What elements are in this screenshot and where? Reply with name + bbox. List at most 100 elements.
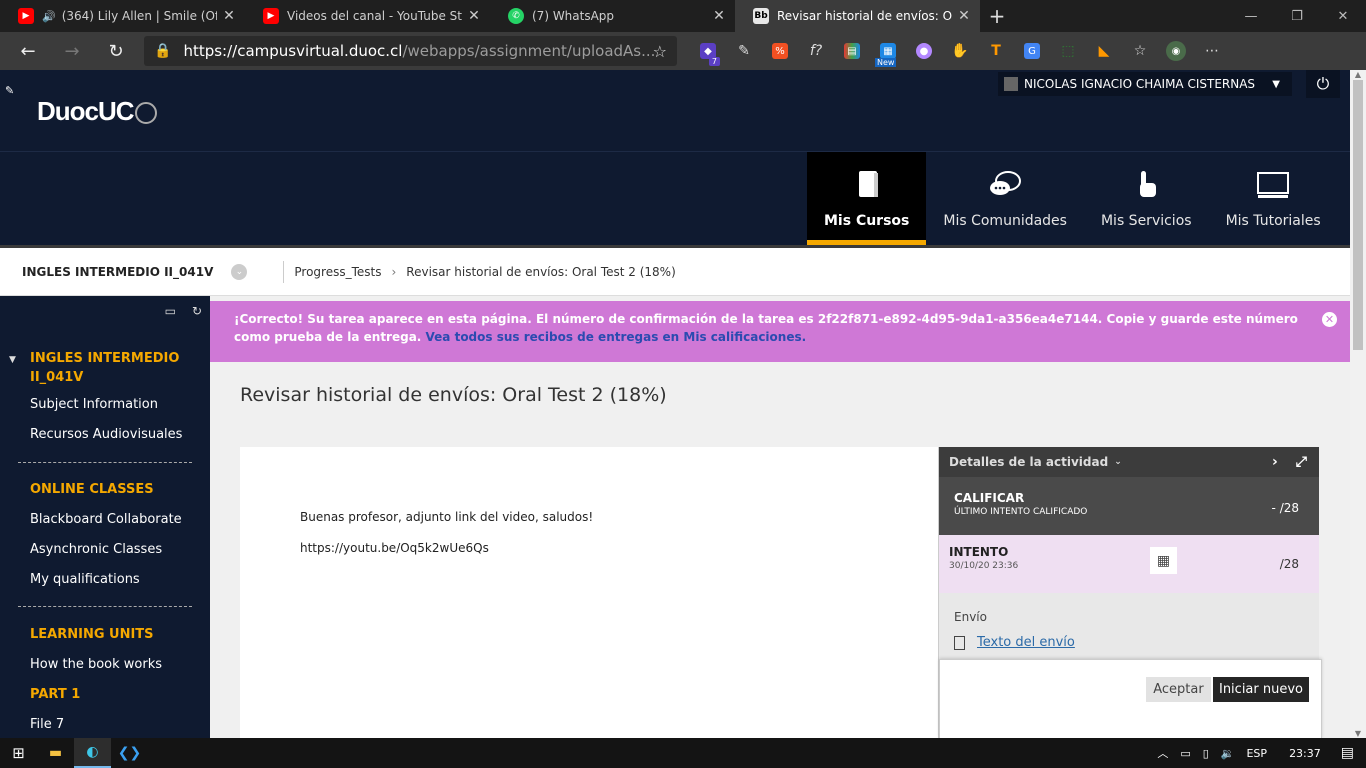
favorites-icon[interactable]: ☆: [1122, 32, 1158, 70]
hand-pointer-icon: [1140, 170, 1157, 197]
refresh-icon[interactable]: ↻: [94, 41, 138, 62]
seal-icon: [134, 102, 157, 125]
back-icon[interactable]: ←: [6, 41, 50, 62]
grid-icon[interactable]: ▦: [1150, 547, 1177, 574]
close-icon[interactable]: ✕: [707, 8, 731, 24]
page-scrollbar[interactable]: ▲ ▼: [1350, 70, 1366, 738]
speaker-icon[interactable]: 🔊: [42, 10, 56, 23]
start-new-button[interactable]: Iniciar nuevo: [1213, 677, 1309, 702]
user-avatar: [1004, 77, 1018, 91]
scroll-down-icon[interactable]: ▼: [1350, 729, 1366, 738]
course-title[interactable]: INGLES INTERMEDIO II_041V: [22, 265, 213, 279]
network-icon[interactable]: ▯: [1203, 747, 1209, 760]
extension-gem-icon[interactable]: ●: [906, 32, 942, 70]
language-indicator[interactable]: ESP: [1246, 747, 1267, 760]
lock-icon[interactable]: 🔒: [154, 43, 171, 59]
formula-icon[interactable]: f?: [798, 32, 834, 70]
scroll-up-icon[interactable]: ▲: [1350, 70, 1366, 79]
extension-orange-icon[interactable]: %: [762, 32, 798, 70]
pen-icon[interactable]: ✎: [726, 32, 762, 70]
alert-link[interactable]: Vea todos sus recibos de entregas en Mis…: [426, 330, 807, 344]
close-icon[interactable]: ✕: [952, 8, 976, 24]
extension-colors-icon[interactable]: ▤: [834, 32, 870, 70]
profile-avatar[interactable]: ◉: [1158, 32, 1194, 70]
screenshot-icon[interactable]: ⬚: [1050, 32, 1086, 70]
volume-icon[interactable]: 🔉: [1221, 747, 1235, 760]
restore-icon[interactable]: ❐: [1274, 0, 1320, 32]
translate-icon[interactable]: G: [1014, 32, 1050, 70]
user-menu[interactable]: NICOLAS IGNACIO CHAIMA CISTERNAS ▼: [998, 72, 1292, 96]
sidebar-divider: [18, 462, 192, 463]
clock[interactable]: 23:37: [1289, 747, 1321, 760]
breadcrumb-item-progress-tests[interactable]: Progress_Tests: [294, 265, 381, 279]
sidebar-item-book[interactable]: How the book works: [30, 657, 162, 672]
extension-slice-icon[interactable]: ◣: [1086, 32, 1122, 70]
news-icon[interactable]: ▦ New: [870, 32, 906, 70]
caret-down-icon[interactable]: ▼: [9, 355, 16, 365]
tab-blackboard[interactable]: Bb Revisar historial de envíos: Oral T ✕: [735, 0, 980, 32]
close-icon[interactable]: ✕: [462, 8, 486, 24]
file-explorer-icon[interactable]: ▬: [37, 738, 74, 768]
new-tab-button[interactable]: +: [980, 0, 1014, 32]
vscode-icon[interactable]: ❮❯: [111, 738, 148, 768]
sidebar-heading-online-classes[interactable]: ONLINE CLASSES: [30, 482, 154, 497]
tab-lily-allen[interactable]: ▶ 🔊 (364) Lily Allen | Smile (Offic ✕: [0, 0, 245, 32]
windows-start-icon[interactable]: ⊞: [0, 738, 37, 768]
tab-youtube-studio[interactable]: ▶ Videos del canal - YouTube Studi ✕: [245, 0, 490, 32]
extension-t-icon[interactable]: T: [978, 32, 1014, 70]
nav-mis-tutoriales[interactable]: Mis Tutoriales: [1209, 152, 1338, 245]
attempt-row[interactable]: INTENTO 30/10/20 23:36 ▦ /28: [939, 535, 1319, 593]
pointer-icon[interactable]: ✋: [942, 32, 978, 70]
battery-icon[interactable]: ▭: [1180, 747, 1190, 760]
window-controls: — ❐ ✕: [1228, 0, 1366, 32]
forward-icon[interactable]: →: [50, 41, 94, 62]
sidebar-item-subject-information[interactable]: Subject Information: [30, 397, 158, 412]
extension-purple-icon[interactable]: ◆ 7: [690, 32, 726, 70]
submission-text-link[interactable]: Texto del envío: [954, 635, 1075, 650]
refresh-icon[interactable]: ↻: [192, 304, 202, 318]
submission-link: https://youtu.be/Oq5k2wUe6Qs: [300, 541, 489, 555]
close-window-icon[interactable]: ✕: [1320, 0, 1366, 32]
notifications-icon[interactable]: ▤: [1341, 745, 1354, 761]
close-icon[interactable]: ✕: [1322, 312, 1337, 327]
sidebar-heading-part-1[interactable]: PART 1: [30, 687, 80, 702]
edge-browser-icon[interactable]: ◐: [74, 738, 111, 768]
sidebar-item-course[interactable]: INGLES INTERMEDIO II_041V: [30, 349, 190, 387]
nav-label: Mis Servicios: [1100, 212, 1192, 229]
sidebar-item-recursos[interactable]: Recursos Audiovisuales: [30, 427, 182, 442]
nav-mis-servicios[interactable]: Mis Servicios: [1084, 152, 1209, 245]
extension-badge: 7: [708, 57, 720, 66]
sidebar-heading-learning-units[interactable]: LEARNING UNITS: [30, 627, 154, 642]
expand-icon[interactable]: ⤢: [1296, 454, 1307, 470]
sidebar-item-collaborate[interactable]: Blackboard Collaborate: [30, 512, 182, 527]
folder-icon[interactable]: ▭: [165, 304, 176, 318]
address-bar[interactable]: 🔒 https://campusvirtual.duoc.cl/webapps/…: [144, 36, 677, 66]
duoc-logo[interactable]: DuocUC: [37, 96, 157, 127]
chevron-down-icon[interactable]: ⌄: [231, 263, 248, 280]
panel-actions: › ⤢: [1272, 454, 1307, 470]
logout-power-icon[interactable]: ⏻: [1306, 70, 1340, 98]
sidebar-item-qualifications[interactable]: My qualifications: [30, 572, 140, 587]
accept-button[interactable]: Aceptar: [1146, 677, 1211, 702]
minimize-icon[interactable]: —: [1228, 0, 1274, 32]
sidebar-item-asynchronic[interactable]: Asynchronic Classes: [30, 542, 162, 557]
tab-title: (7) WhatsApp: [532, 9, 615, 23]
nav-mis-cursos[interactable]: Mis Cursos: [807, 152, 927, 245]
page: ✎ DuocUC NICOLAS IGNACIO CHAIMA CISTERNA…: [0, 70, 1350, 738]
nav-mis-comunidades[interactable]: Mis Comunidades: [926, 152, 1084, 245]
close-icon[interactable]: ✕: [217, 8, 241, 24]
chevron-down-icon[interactable]: ⌄: [1114, 457, 1122, 467]
favorite-star-icon[interactable]: ☆: [653, 42, 667, 61]
details-toggle[interactable]: Detalles de la actividad: [949, 455, 1108, 469]
browser-tab-strip: ▶ 🔊 (364) Lily Allen | Smile (Offic ✕ ▶ …: [0, 0, 1366, 32]
chevron-up-icon[interactable]: ︿: [1157, 745, 1168, 761]
pin-icon[interactable]: ✎: [5, 84, 14, 97]
more-icon[interactable]: ⋯: [1194, 32, 1230, 70]
scrollbar-thumb[interactable]: [1353, 80, 1363, 350]
tab-whatsapp[interactable]: ✆ (7) WhatsApp ✕: [490, 0, 735, 32]
sidebar-item-file-7[interactable]: File 7: [30, 717, 64, 732]
nav-label: Mis Comunidades: [943, 212, 1067, 229]
panel-footer: Aceptar Iniciar nuevo: [939, 659, 1322, 738]
nav-label: Mis Tutoriales: [1225, 212, 1321, 229]
chevron-right-icon[interactable]: ›: [1272, 454, 1278, 470]
